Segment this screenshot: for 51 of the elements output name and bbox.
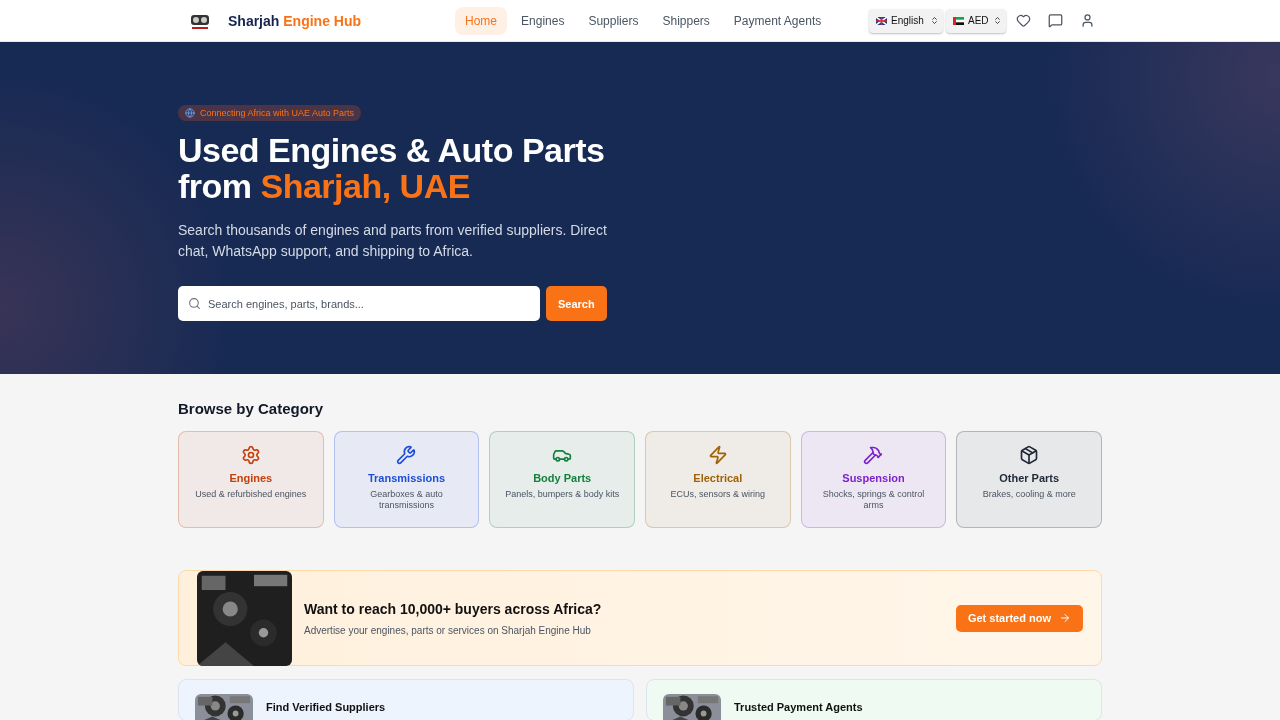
hero-title: Used Engines & Auto Parts from Sharjah, UAE [178,132,606,204]
category-card[interactable]: Engines Used & refurbished engines [178,431,324,528]
nav-link[interactable]: Shippers [652,6,720,35]
package-icon [1019,445,1040,465]
category-description: Brakes, cooling & more [981,489,1077,500]
gear-icon [240,445,261,465]
globe-icon [185,108,195,118]
category-name: Other Parts [999,472,1060,484]
category-description: ECUs, sensors & wiring [669,489,767,500]
language-select[interactable]: English [869,8,943,33]
nav-link[interactable]: Suppliers [578,6,649,35]
category-name: Engines [229,472,273,484]
category-name: Transmissions [367,472,445,484]
section-title: Browse by Category [178,400,325,417]
flag-icon [953,16,964,25]
arrow-right-icon [1059,612,1071,624]
feature-title: Trusted Payment Agents [734,701,863,713]
heart-icon [1016,13,1031,28]
search-field[interactable]: Search engines, parts, brands... [178,286,540,321]
category-card[interactable]: Other Parts Brakes, cooling & more [956,431,1102,528]
chevron-icon [930,16,939,25]
feature-card[interactable]: Find Verified Suppliers [178,679,634,720]
nav-link[interactable]: Engines [511,6,575,35]
hammer-icon [863,445,884,465]
chat-icon [1048,13,1063,28]
wrench-icon [396,445,417,465]
category-name: Electrical [693,472,743,484]
category-name: Suspension [842,472,905,484]
category-description: Used & refurbished engines [194,489,308,500]
feature-title: Find Verified Suppliers [266,701,386,713]
feature-card[interactable]: Trusted Payment Agents [646,679,1102,720]
category-name: Body Parts [533,472,592,484]
search-icon [188,297,201,310]
badge-text: Connecting Africa with UAE Auto Parts [200,108,355,118]
currency-select[interactable]: AED [946,8,1006,33]
promo-title: Want to reach 10,000+ buyers across Africa? [304,600,602,617]
category-description: Panels, bumpers & body kits [504,489,621,500]
nav-link[interactable]: Payment Agents [723,6,832,35]
category-description: Gearboxes & auto transmissions [369,489,444,511]
brand-name[interactable]: Sharjah Engine Hub [228,12,362,29]
category-card[interactable]: Body Parts Panels, bumpers & body kits [489,431,635,528]
category-card[interactable]: Suspension Shocks, springs & control arms [800,431,947,528]
hero-subtitle: Search thousands of engines and parts from verified suppliers. Direct chat, WhatsApp support, and shipping to Africa. [178,221,608,261]
user-icon [1080,13,1095,28]
chevron-icon [993,16,1002,25]
category-card[interactable]: Transmissions Gearboxes & auto transmissions [333,431,480,528]
category-card[interactable]: Electrical ECUs, sensors & wiring [645,431,791,528]
promo-text: Advertise your engines, parts or services on Sharjah Engine Hub [304,624,592,636]
flag-icon [876,16,887,25]
category-description: Shocks, springs & control arms [821,489,926,511]
lightning-icon [707,445,728,465]
